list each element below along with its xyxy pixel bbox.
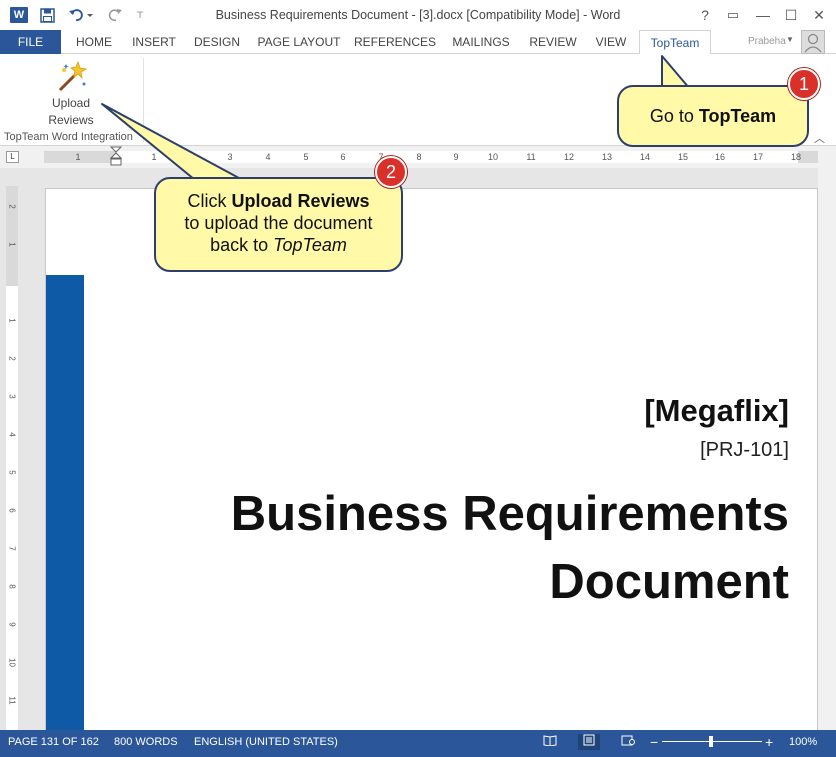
tab-design[interactable]: DESIGN bbox=[188, 30, 246, 54]
help-button[interactable]: ? bbox=[694, 4, 716, 26]
close-button[interactable]: ✕ bbox=[808, 4, 830, 26]
document-area: 2 1 1 2 3 4 5 6 7 8 9 10 11 [Megaflix] [… bbox=[0, 168, 836, 734]
zoom-slider-thumb[interactable] bbox=[709, 736, 713, 747]
ribbon-tabs: FILE HOME INSERT DESIGN PAGE LAYOUT REFE… bbox=[0, 30, 836, 67]
step-1-badge: 1 bbox=[788, 68, 820, 100]
status-bar: PAGE 131 OF 162 800 WORDS ENGLISH (UNITE… bbox=[0, 730, 836, 757]
print-layout-icon[interactable] bbox=[578, 734, 600, 750]
maximize-button[interactable]: ☐ bbox=[780, 4, 802, 26]
zoom-out-button[interactable]: − bbox=[650, 730, 658, 754]
vruler-number: 5 bbox=[7, 470, 17, 475]
tab-view[interactable]: VIEW bbox=[588, 30, 634, 54]
callout-2-line2: to upload the document bbox=[184, 213, 373, 233]
zoom-level[interactable]: 100% bbox=[789, 730, 817, 754]
ruler-number: 12 bbox=[563, 152, 575, 162]
document-title-line1[interactable]: Business Requirements bbox=[231, 486, 789, 542]
tab-file[interactable]: FILE bbox=[0, 30, 61, 54]
avatar[interactable] bbox=[801, 30, 825, 54]
callout-1-bold: TopTeam bbox=[698, 106, 777, 126]
title-bar: W ⊤ Business Requirements Document - [3]… bbox=[0, 0, 836, 30]
vertical-ruler[interactable]: 2 1 1 2 3 4 5 6 7 8 9 10 11 bbox=[6, 186, 18, 730]
tab-mailings[interactable]: MAILINGS bbox=[444, 30, 518, 54]
ruler-number: 10 bbox=[487, 152, 499, 162]
tab-insert[interactable]: INSERT bbox=[126, 30, 182, 54]
vruler-number: 10 bbox=[7, 658, 17, 667]
tab-page-layout[interactable]: PAGE LAYOUT bbox=[252, 30, 346, 54]
document-company[interactable]: [Megaflix] bbox=[644, 393, 789, 429]
tab-home[interactable]: HOME bbox=[66, 30, 122, 54]
page-count[interactable]: PAGE 131 OF 162 bbox=[8, 730, 99, 754]
upload-reviews-label-line2: Reviews bbox=[48, 113, 94, 127]
upload-reviews-label-line1: Upload bbox=[51, 96, 91, 110]
ruler-number: 15 bbox=[677, 152, 689, 162]
callout-2-line3-prefix: back to bbox=[210, 235, 274, 255]
vruler-number: 4 bbox=[7, 432, 17, 437]
tab-stop-selector-icon[interactable]: L bbox=[6, 151, 19, 163]
read-mode-icon[interactable] bbox=[542, 734, 558, 750]
upload-reviews-button[interactable]: Upload Reviews bbox=[40, 58, 102, 132]
ruler-number: 6 bbox=[340, 152, 346, 162]
ruler-number: 11 bbox=[526, 152, 536, 162]
callout-2-prefix: Click bbox=[187, 191, 232, 211]
vruler-number: 1 bbox=[7, 318, 17, 323]
vertical-scrollbar[interactable] bbox=[818, 168, 836, 730]
vruler-number: 11 bbox=[7, 696, 17, 705]
callout-2-bold: Upload Reviews bbox=[231, 191, 370, 211]
language-indicator[interactable]: ENGLISH (UNITED STATES) bbox=[194, 730, 338, 754]
vruler-number: 9 bbox=[7, 622, 17, 627]
callout-upload-reviews: Click Upload Reviews to upload the docum… bbox=[154, 177, 403, 272]
vruler-number: 2 bbox=[7, 356, 17, 361]
callout-go-to-topteam: Go to TopTeam bbox=[617, 85, 809, 147]
account-dropdown-icon[interactable]: ▼ bbox=[786, 35, 794, 44]
callout-2-line3-italic: TopTeam bbox=[273, 235, 347, 255]
ruler-number: 5 bbox=[303, 152, 309, 162]
document-project-code[interactable]: [PRJ-101] bbox=[700, 439, 789, 462]
ruler-number: 9 bbox=[453, 152, 459, 162]
document-title-line2[interactable]: Document bbox=[549, 554, 789, 610]
collapse-ribbon-icon[interactable]: ︿ bbox=[814, 130, 825, 146]
vruler-number: 8 bbox=[7, 584, 17, 589]
vruler-number: 2 bbox=[7, 204, 17, 209]
web-layout-icon[interactable] bbox=[620, 734, 636, 750]
ruler-number: 16 bbox=[714, 152, 726, 162]
step-2-badge: 2 bbox=[375, 156, 407, 188]
vruler-number: 1 bbox=[7, 242, 17, 247]
cover-accent-bar bbox=[46, 275, 84, 734]
ribbon-display-options-button[interactable]: ▭ bbox=[722, 4, 744, 26]
ruler-number: 13 bbox=[601, 152, 613, 162]
ruler-number: 1 bbox=[75, 152, 81, 162]
ruler-number: 4 bbox=[265, 152, 271, 162]
vruler-number: 3 bbox=[7, 394, 17, 399]
ruler-number: 17 bbox=[752, 152, 764, 162]
ruler-number: 18 bbox=[790, 152, 802, 162]
ruler-number: 14 bbox=[639, 152, 651, 162]
word-count[interactable]: 800 WORDS bbox=[114, 730, 178, 754]
tab-review[interactable]: REVIEW bbox=[524, 30, 582, 54]
minimize-button[interactable]: — bbox=[752, 4, 774, 26]
tab-references[interactable]: REFERENCES bbox=[352, 30, 438, 54]
zoom-in-button[interactable]: + bbox=[765, 730, 773, 754]
ruler-number: 8 bbox=[416, 152, 422, 162]
magic-wand-icon bbox=[58, 60, 88, 92]
callout-1-text: Go to bbox=[649, 106, 699, 126]
vruler-number: 6 bbox=[7, 508, 17, 513]
vruler-number: 7 bbox=[7, 546, 17, 551]
